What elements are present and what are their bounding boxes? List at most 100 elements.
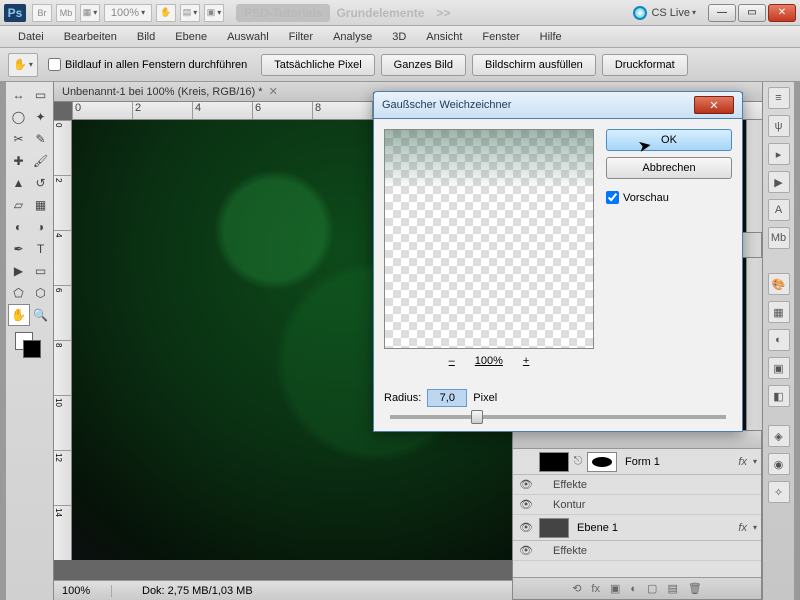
preview-checkbox[interactable]: Vorschau bbox=[606, 191, 732, 204]
mask-icon[interactable]: ▣ bbox=[610, 582, 620, 595]
link-layers-icon[interactable]: ⟲ bbox=[572, 582, 581, 595]
menu-analyse[interactable]: Analyse bbox=[323, 28, 382, 46]
right-dock-strip[interactable] bbox=[794, 82, 800, 600]
print-size-button[interactable]: Druckformat bbox=[602, 54, 688, 76]
menu-bearbeiten[interactable]: Bearbeiten bbox=[54, 28, 127, 46]
lasso-tool[interactable]: ◯ bbox=[8, 106, 30, 128]
layer-row-form1[interactable]: ⎋ Form 1 fx▾ bbox=[513, 449, 761, 475]
ok-button[interactable]: OK bbox=[606, 129, 732, 151]
effects-row[interactable]: 👁Effekte bbox=[513, 475, 761, 495]
eraser-tool[interactable]: ▱ bbox=[8, 194, 30, 216]
eyedropper-tool[interactable]: ✎ bbox=[30, 128, 52, 150]
fit-screen-button[interactable]: Ganzes Bild bbox=[381, 54, 466, 76]
move-tool[interactable]: ↔ bbox=[8, 84, 30, 106]
3d-tool[interactable]: ⬠ bbox=[8, 282, 30, 304]
scroll-all-windows-checkbox[interactable]: Bildlauf in allen Fenstern durchführen bbox=[48, 58, 247, 71]
zoom-out-button[interactable]: – bbox=[449, 355, 455, 367]
menu-ansicht[interactable]: Ansicht bbox=[416, 28, 472, 46]
healing-tool[interactable]: ✚ bbox=[8, 150, 30, 172]
panel-icon-char[interactable]: A bbox=[768, 199, 790, 221]
dodge-tool[interactable]: ◑ bbox=[30, 216, 52, 238]
visibility-icon[interactable]: 👁 bbox=[517, 498, 535, 511]
screen-mode-icon[interactable]: ▣▾ bbox=[204, 4, 224, 22]
zoom-level[interactable]: 100%▾ bbox=[104, 4, 152, 22]
panel-icon-paths[interactable]: ✧ bbox=[768, 481, 790, 503]
status-doc-size[interactable]: Dok: 2,75 MB/1,03 MB bbox=[112, 585, 253, 597]
dialog-titlebar[interactable]: Gaußscher Weichzeichner ✕ bbox=[373, 91, 743, 119]
menu-auswahl[interactable]: Auswahl bbox=[217, 28, 279, 46]
marquee-tool[interactable]: ▭ bbox=[30, 84, 52, 106]
window-close-button[interactable]: ✕ bbox=[768, 4, 796, 22]
wand-tool[interactable]: ✦ bbox=[30, 106, 52, 128]
menu-hilfe[interactable]: Hilfe bbox=[530, 28, 572, 46]
panel-icon-layers[interactable]: ◈ bbox=[768, 425, 790, 447]
kontur-row[interactable]: 👁Kontur bbox=[513, 495, 761, 515]
hand-icon[interactable]: ✋ bbox=[156, 4, 176, 22]
new-layer-icon[interactable]: ▤ bbox=[667, 582, 677, 595]
actual-pixels-button[interactable]: Tatsächliche Pixel bbox=[261, 54, 374, 76]
panel-icon-swatches[interactable]: ▦ bbox=[768, 301, 790, 323]
menu-ebene[interactable]: Ebene bbox=[165, 28, 217, 46]
current-tool-icon[interactable]: ✋▾ bbox=[8, 53, 38, 77]
adjustment-icon[interactable]: ◐ bbox=[630, 583, 637, 595]
window-minimize-button[interactable]: — bbox=[708, 4, 736, 22]
pen-tool[interactable]: ✒ bbox=[8, 238, 30, 260]
layer-name[interactable]: Form 1 bbox=[621, 456, 734, 468]
folder-icon[interactable]: ▢ bbox=[647, 582, 657, 595]
brush-tool[interactable]: 🖌 bbox=[30, 150, 52, 172]
visibility-icon[interactable]: 👁 bbox=[517, 521, 535, 534]
panel-icon-mb[interactable]: Mb bbox=[768, 227, 790, 249]
cancel-button[interactable]: Abbrechen bbox=[606, 157, 732, 179]
color-swatches[interactable] bbox=[15, 332, 45, 358]
workspace-psd-tutorials[interactable]: PSD-Tutorials bbox=[236, 4, 330, 22]
arrange-docs-icon[interactable]: ▤▾ bbox=[180, 4, 200, 22]
filter-preview[interactable] bbox=[384, 129, 594, 349]
type-tool[interactable]: T bbox=[30, 238, 52, 260]
workspace-grundelemente[interactable]: Grundelemente bbox=[330, 6, 430, 20]
window-maximize-button[interactable]: ▭ bbox=[738, 4, 766, 22]
effects-row-2[interactable]: 👁Effekte bbox=[513, 541, 761, 561]
layer-row-ebene1[interactable]: 👁 Ebene 1 fx▾ bbox=[513, 515, 761, 541]
panel-icon-mask[interactable]: ▣ bbox=[768, 357, 790, 379]
layer-thumb[interactable] bbox=[539, 518, 569, 538]
panel-icon-play[interactable]: ▶ bbox=[768, 171, 790, 193]
fx-icon[interactable]: fx bbox=[591, 583, 600, 595]
hand-tool[interactable]: ✋ bbox=[8, 304, 30, 326]
panel-icon-actions[interactable]: ▸ bbox=[768, 143, 790, 165]
panel-icon-channels[interactable]: ◉ bbox=[768, 453, 790, 475]
panel-icon-adjust[interactable]: ◧ bbox=[768, 385, 790, 407]
trash-icon[interactable]: 🗑 bbox=[688, 582, 702, 595]
panel-icon-history[interactable]: ≡ bbox=[768, 87, 790, 109]
history-brush-tool[interactable]: ↺ bbox=[30, 172, 52, 194]
fx-badge[interactable]: fx bbox=[734, 456, 751, 468]
zoom-in-button[interactable]: + bbox=[523, 355, 529, 367]
bridge-icon[interactable]: Br bbox=[32, 4, 52, 22]
layer-name[interactable]: Ebene 1 bbox=[573, 522, 734, 534]
workspace-more[interactable]: >> bbox=[430, 6, 456, 20]
stamp-tool[interactable]: ▲ bbox=[8, 172, 30, 194]
close-tab-icon[interactable]: ✕ bbox=[269, 85, 278, 98]
visibility-icon[interactable]: 👁 bbox=[517, 478, 535, 491]
shape-tool[interactable]: ▭ bbox=[30, 260, 52, 282]
visibility-icon[interactable]: 👁 bbox=[517, 544, 535, 557]
3d-camera-tool[interactable]: ⬡ bbox=[30, 282, 52, 304]
cs-live[interactable]: CS Live▾ bbox=[629, 6, 700, 20]
panel-icon-styles[interactable]: ◐ bbox=[768, 329, 790, 351]
crop-tool[interactable]: ✂ bbox=[8, 128, 30, 150]
menu-filter[interactable]: Filter bbox=[279, 28, 323, 46]
fx-badge[interactable]: fx bbox=[734, 522, 751, 534]
menu-datei[interactable]: Datei bbox=[8, 28, 54, 46]
menu-fenster[interactable]: Fenster bbox=[472, 28, 529, 46]
layer-mask-thumb[interactable] bbox=[587, 452, 617, 472]
dialog-close-button[interactable]: ✕ bbox=[694, 96, 734, 114]
radius-input[interactable] bbox=[427, 389, 467, 407]
blur-tool[interactable]: ◐ bbox=[8, 216, 30, 238]
layer-thumb[interactable] bbox=[539, 452, 569, 472]
gradient-tool[interactable]: ▦ bbox=[30, 194, 52, 216]
menu-bild[interactable]: Bild bbox=[127, 28, 165, 46]
radius-slider[interactable] bbox=[390, 415, 726, 419]
zoom-tool[interactable]: 🔍 bbox=[30, 304, 52, 326]
menu-3d[interactable]: 3D bbox=[382, 28, 416, 46]
panel-icon-color[interactable]: 🎨 bbox=[768, 273, 790, 295]
panel-icon-usb[interactable]: ψ bbox=[768, 115, 790, 137]
